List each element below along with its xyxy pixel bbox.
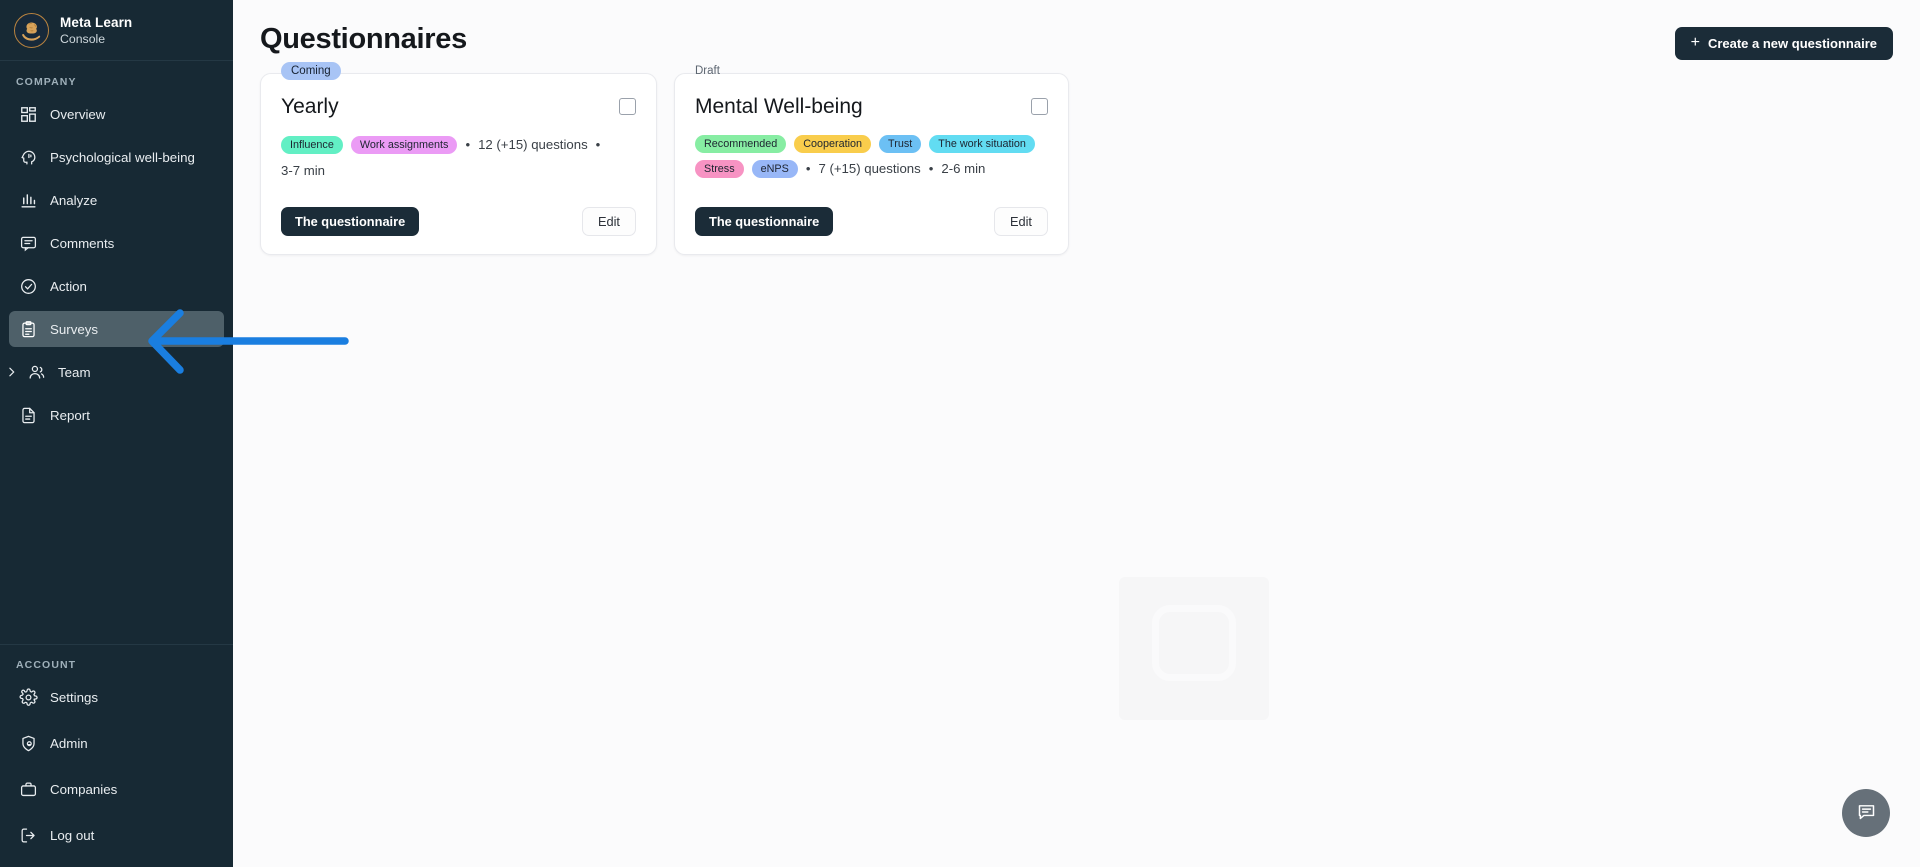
- open-questionnaire-button[interactable]: The questionnaire: [281, 207, 420, 236]
- category-tag: The work situation: [929, 135, 1035, 154]
- sidebar-item-label: Companies: [50, 781, 118, 797]
- meta-separator: •: [805, 161, 811, 177]
- main-content: Questionnaires + Create a new questionna…: [233, 0, 1920, 867]
- grid-icon: [19, 105, 38, 124]
- sidebar-item-label: Log out: [50, 827, 95, 843]
- company-section-label: COMPANY: [16, 76, 77, 88]
- sidebar-item-report[interactable]: Report: [9, 397, 224, 433]
- category-tag: Trust: [879, 135, 922, 154]
- sidebar-item-label: Psychological well-being: [50, 149, 195, 165]
- comment-icon: [19, 234, 38, 253]
- sidebar-item-label: Comments: [50, 235, 115, 251]
- document-icon: [19, 406, 38, 425]
- clipboard-icon: [19, 320, 38, 339]
- page-header: Questionnaires + Create a new questionna…: [233, 0, 1920, 60]
- sidebar-item-overview[interactable]: Overview: [9, 96, 224, 132]
- sidebar-item-analyze[interactable]: Analyze: [9, 182, 224, 218]
- plus-icon: +: [1690, 34, 1700, 51]
- select-questionnaire-checkbox[interactable]: [1031, 98, 1048, 115]
- category-tag: Influence: [281, 136, 343, 155]
- page-title: Questionnaires: [260, 23, 467, 55]
- question-count: 7 (+15) questions: [818, 161, 921, 177]
- briefcase-icon: [19, 780, 38, 799]
- sidebar-item-label: Settings: [50, 689, 99, 705]
- gear-icon: [19, 687, 38, 707]
- sidebar-item-action[interactable]: Action: [9, 268, 224, 304]
- card-header: Mental Well-being: [695, 92, 1048, 119]
- watermark-inner-shape: [1152, 605, 1236, 681]
- select-questionnaire-checkbox[interactable]: [619, 98, 636, 115]
- questionnaire-card: Coming Yearly Influence Work assignments…: [260, 62, 657, 255]
- sidebar-item-label: Analyze: [50, 192, 98, 208]
- create-new-questionnaire-button[interactable]: + Create a new questionnaire: [1674, 27, 1893, 60]
- background-watermark: [1119, 577, 1269, 720]
- edit-questionnaire-button[interactable]: Edit: [993, 207, 1048, 236]
- questionnaire-title: Mental Well-being: [695, 95, 863, 118]
- sidebar-item-label: Action: [50, 278, 87, 294]
- status-badge: Coming: [281, 62, 341, 80]
- account-nav-section: ACCOUNT Settings Admin Companies Log out: [0, 644, 233, 867]
- sidebar-item-label: Surveys: [50, 321, 99, 337]
- sidebar-item-label: Admin: [50, 735, 88, 751]
- meta-separator: •: [595, 137, 601, 153]
- edit-questionnaire-button[interactable]: Edit: [581, 207, 636, 236]
- sidebar-item-team[interactable]: Team: [9, 354, 224, 390]
- sidebar-item-surveys[interactable]: Surveys: [9, 311, 224, 347]
- sidebar-item-settings[interactable]: Settings: [9, 679, 224, 715]
- questionnaire-card: Draft Mental Well-being Recommended Coop…: [674, 65, 1069, 255]
- bar-chart-icon: [19, 191, 38, 210]
- logout-icon: [19, 826, 38, 845]
- card-meta-row: Recommended Cooperation Trust The work s…: [695, 135, 1048, 179]
- brand-header[interactable]: Meta Learn Console: [0, 0, 233, 61]
- card-actions: The questionnaire Edit: [281, 187, 636, 236]
- account-section-label: ACCOUNT: [16, 659, 77, 671]
- watermark-box: [1119, 577, 1269, 720]
- sidebar: Meta Learn Console COMPANY Overview Psyc…: [0, 0, 233, 867]
- check-circle-icon: [19, 277, 38, 296]
- sidebar-item-comments[interactable]: Comments: [9, 225, 224, 261]
- meta-separator: •: [928, 161, 934, 177]
- brand-subtitle: Console: [60, 31, 106, 46]
- duration: 3-7 min: [281, 163, 325, 179]
- users-icon: [27, 363, 46, 382]
- sidebar-item-label: Report: [50, 407, 90, 423]
- status-badge: Draft: [695, 65, 720, 77]
- company-nav-section: COMPANY Overview Psychological well-bein…: [0, 61, 233, 433]
- meta-separator: •: [465, 137, 471, 153]
- head-brain-icon: [19, 148, 38, 167]
- category-tag: Stress: [695, 160, 744, 179]
- sidebar-item-log-out[interactable]: Log out: [9, 817, 224, 853]
- category-tag: eNPS: [751, 160, 798, 179]
- sidebar-item-label: Overview: [50, 106, 106, 122]
- brain-in-hand-logo-icon: [14, 13, 49, 48]
- card-meta-row: Influence Work assignments • 12 (+15) qu…: [281, 135, 636, 181]
- chevron-right-icon[interactable]: [5, 366, 18, 379]
- sidebar-item-companies[interactable]: Companies: [9, 771, 224, 807]
- questionnaire-card-list: Coming Yearly Influence Work assignments…: [233, 60, 1920, 255]
- category-tag: Cooperation: [794, 135, 872, 154]
- chat-bubble-icon: [1856, 801, 1877, 825]
- category-tag: Recommended: [695, 135, 787, 154]
- brand-title: Meta Learn: [60, 15, 133, 31]
- sidebar-item-label: Team: [58, 364, 91, 380]
- shield-user-icon: [19, 734, 38, 753]
- card-actions: The questionnaire Edit: [695, 187, 1048, 236]
- sidebar-item-admin[interactable]: Admin: [9, 725, 224, 761]
- duration: 2-6 min: [941, 161, 986, 177]
- open-questionnaire-button[interactable]: The questionnaire: [695, 207, 834, 236]
- create-button-label: Create a new questionnaire: [1707, 36, 1877, 51]
- category-tag: Work assignments: [350, 136, 458, 155]
- card-header: Yearly: [281, 92, 636, 119]
- question-count: 12 (+15) questions: [478, 137, 588, 153]
- chat-support-button[interactable]: [1842, 789, 1890, 837]
- questionnaire-title: Yearly: [281, 95, 339, 118]
- sidebar-item-psychological-well-being[interactable]: Psychological well-being: [9, 139, 224, 175]
